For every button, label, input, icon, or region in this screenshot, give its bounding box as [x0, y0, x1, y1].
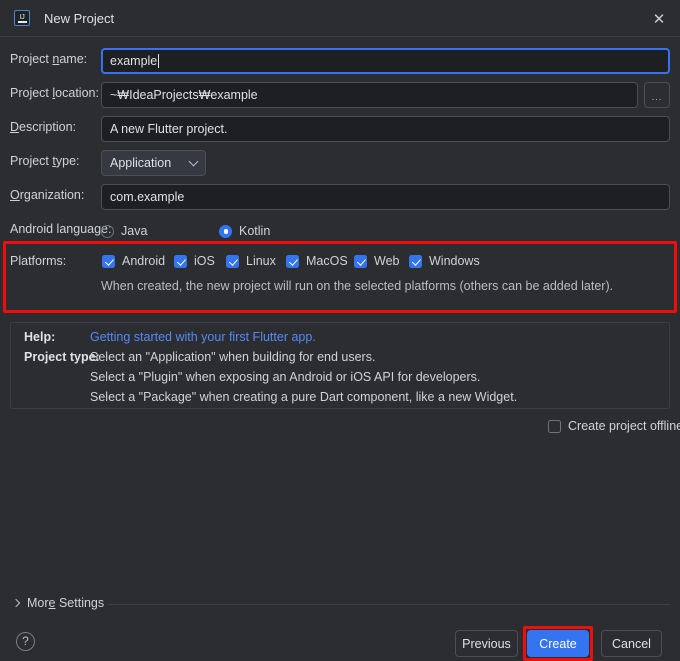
android-language-label: Android language: — [10, 222, 111, 236]
text-caret — [158, 54, 159, 68]
question-mark-icon[interactable]: ? — [16, 632, 35, 651]
new-project-dialog: IJ New Project ✕ Project name: example P… — [0, 0, 680, 661]
checkbox-create-project-offline-label: Create project offline — [568, 419, 680, 433]
project-location-input[interactable]: ~₩IdeaProjects₩example — [101, 82, 638, 108]
checkbox-android-label: Android — [122, 254, 165, 268]
row-project-type: Project type: Application — [0, 150, 680, 176]
checkbox-linux-label: Linux — [246, 254, 276, 268]
row-organization: Organization: com.example — [0, 184, 680, 210]
checkbox-android[interactable]: Android — [102, 254, 165, 268]
checkbox-create-project-offline[interactable]: Create project offline — [548, 419, 680, 433]
checkbox-ios[interactable]: iOS — [174, 254, 215, 268]
ellipsis-icon: ... — [652, 93, 663, 102]
more-settings-toggle[interactable]: More Settings — [27, 596, 104, 610]
help-panel: Help: Getting started with your first Fl… — [10, 322, 670, 409]
row-description: Description: A new Flutter project. — [0, 116, 680, 142]
radio-java-label: Java — [121, 224, 147, 238]
checkbox-linux[interactable]: Linux — [226, 254, 276, 268]
checkbox-macos-label: MacOS — [306, 254, 348, 268]
project-name-input[interactable]: example — [101, 48, 670, 74]
description-input[interactable]: A new Flutter project. — [101, 116, 670, 142]
window-title: New Project — [44, 11, 114, 26]
radio-kotlin-label: Kotlin — [239, 224, 270, 238]
help-label: Help: — [24, 330, 55, 344]
organization-value: com.example — [110, 190, 184, 204]
checkbox-ios-indicator — [174, 255, 187, 268]
checkbox-web-indicator — [354, 255, 367, 268]
checkbox-windows-indicator — [409, 255, 422, 268]
organization-input[interactable]: com.example — [101, 184, 670, 210]
row-project-name: Project name: example — [0, 48, 680, 74]
checkbox-windows-label: Windows — [429, 254, 480, 268]
radio-java-indicator — [101, 225, 114, 238]
more-settings-divider — [108, 604, 670, 605]
title-bar: IJ New Project ✕ — [0, 0, 680, 36]
checkbox-linux-indicator — [226, 255, 239, 268]
checkbox-ios-label: iOS — [194, 254, 215, 268]
description-label: Description: — [10, 120, 76, 134]
project-type-label: Project type: — [10, 154, 80, 168]
radio-java[interactable]: Java — [101, 224, 147, 238]
organization-label: Organization: — [10, 188, 84, 202]
chevron-down-icon — [189, 157, 199, 167]
checkbox-web-label: Web — [374, 254, 399, 268]
radio-kotlin-indicator — [219, 225, 232, 238]
title-bar-divider — [0, 36, 680, 37]
more-settings-row: More Settings — [0, 596, 680, 614]
description-value: A new Flutter project. — [110, 122, 227, 136]
chevron-right-icon[interactable] — [12, 599, 20, 607]
checkbox-macos[interactable]: MacOS — [286, 254, 348, 268]
help-line-3: Select a "Package" when creating a pure … — [90, 390, 517, 404]
project-type-value: Application — [102, 156, 171, 170]
project-name-value: example — [110, 54, 157, 68]
browse-folder-button[interactable]: ... — [644, 82, 670, 108]
project-name-label: Project name: — [10, 52, 87, 66]
cancel-button[interactable]: Cancel — [601, 630, 662, 657]
row-project-location: Project location: ~₩IdeaProjects₩example… — [0, 82, 680, 108]
checkbox-create-project-offline-indicator — [548, 420, 561, 433]
checkbox-macos-indicator — [286, 255, 299, 268]
help-project-type-label: Project type: — [24, 350, 100, 364]
intellij-idea-icon: IJ — [14, 10, 30, 26]
platforms-highlight-box — [3, 241, 677, 313]
previous-button[interactable]: Previous — [455, 630, 518, 657]
project-location-label: Project location: — [10, 86, 99, 100]
help-line-2: Select a "Plugin" when exposing an Andro… — [90, 370, 480, 384]
platforms-note: When created, the new project will run o… — [101, 279, 613, 293]
getting-started-link[interactable]: Getting started with your first Flutter … — [90, 330, 316, 344]
project-type-select[interactable]: Application — [101, 150, 206, 176]
checkbox-android-indicator — [102, 255, 115, 268]
checkbox-web[interactable]: Web — [354, 254, 399, 268]
radio-kotlin[interactable]: Kotlin — [219, 224, 270, 238]
close-icon[interactable]: ✕ — [648, 8, 670, 30]
project-location-value: ~₩IdeaProjects₩example — [110, 88, 258, 102]
help-line-1: Select an "Application" when building fo… — [90, 350, 375, 364]
create-button[interactable]: Create — [527, 630, 589, 657]
row-android-language: Android language: Java Kotlin — [0, 218, 680, 244]
checkbox-windows[interactable]: Windows — [409, 254, 480, 268]
platforms-label: Platforms: — [10, 254, 66, 268]
